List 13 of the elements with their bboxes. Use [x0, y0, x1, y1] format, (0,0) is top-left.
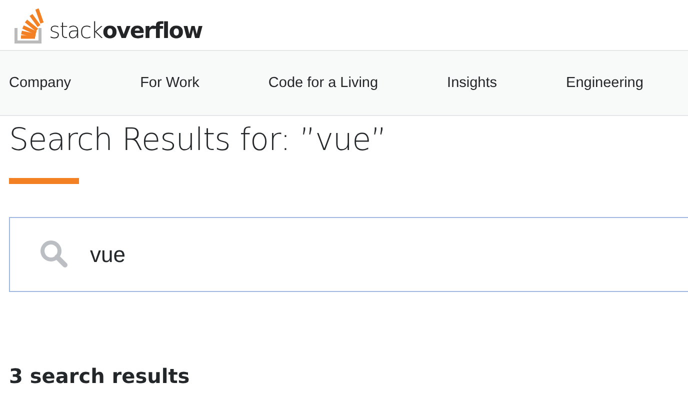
search-icon — [39, 239, 69, 269]
nav-link[interactable]: Code for a Living — [268, 75, 378, 91]
search-field[interactable]: vue — [9, 217, 688, 292]
logo-icon — [14, 6, 46, 44]
page-title: Search Results for: ”vue” — [9, 122, 388, 158]
nav-link[interactable]: Insights — [447, 75, 498, 91]
title-underline — [9, 178, 79, 184]
logo-text: stackoverflow — [49, 19, 202, 44]
nav-link[interactable]: Company — [9, 75, 72, 91]
nav-link[interactable]: For Work — [140, 75, 200, 91]
results-count: 3 search results — [9, 364, 191, 388]
nav-link[interactable]: Engineering — [566, 75, 644, 91]
logo[interactable]: stackoverflow — [14, 6, 202, 44]
